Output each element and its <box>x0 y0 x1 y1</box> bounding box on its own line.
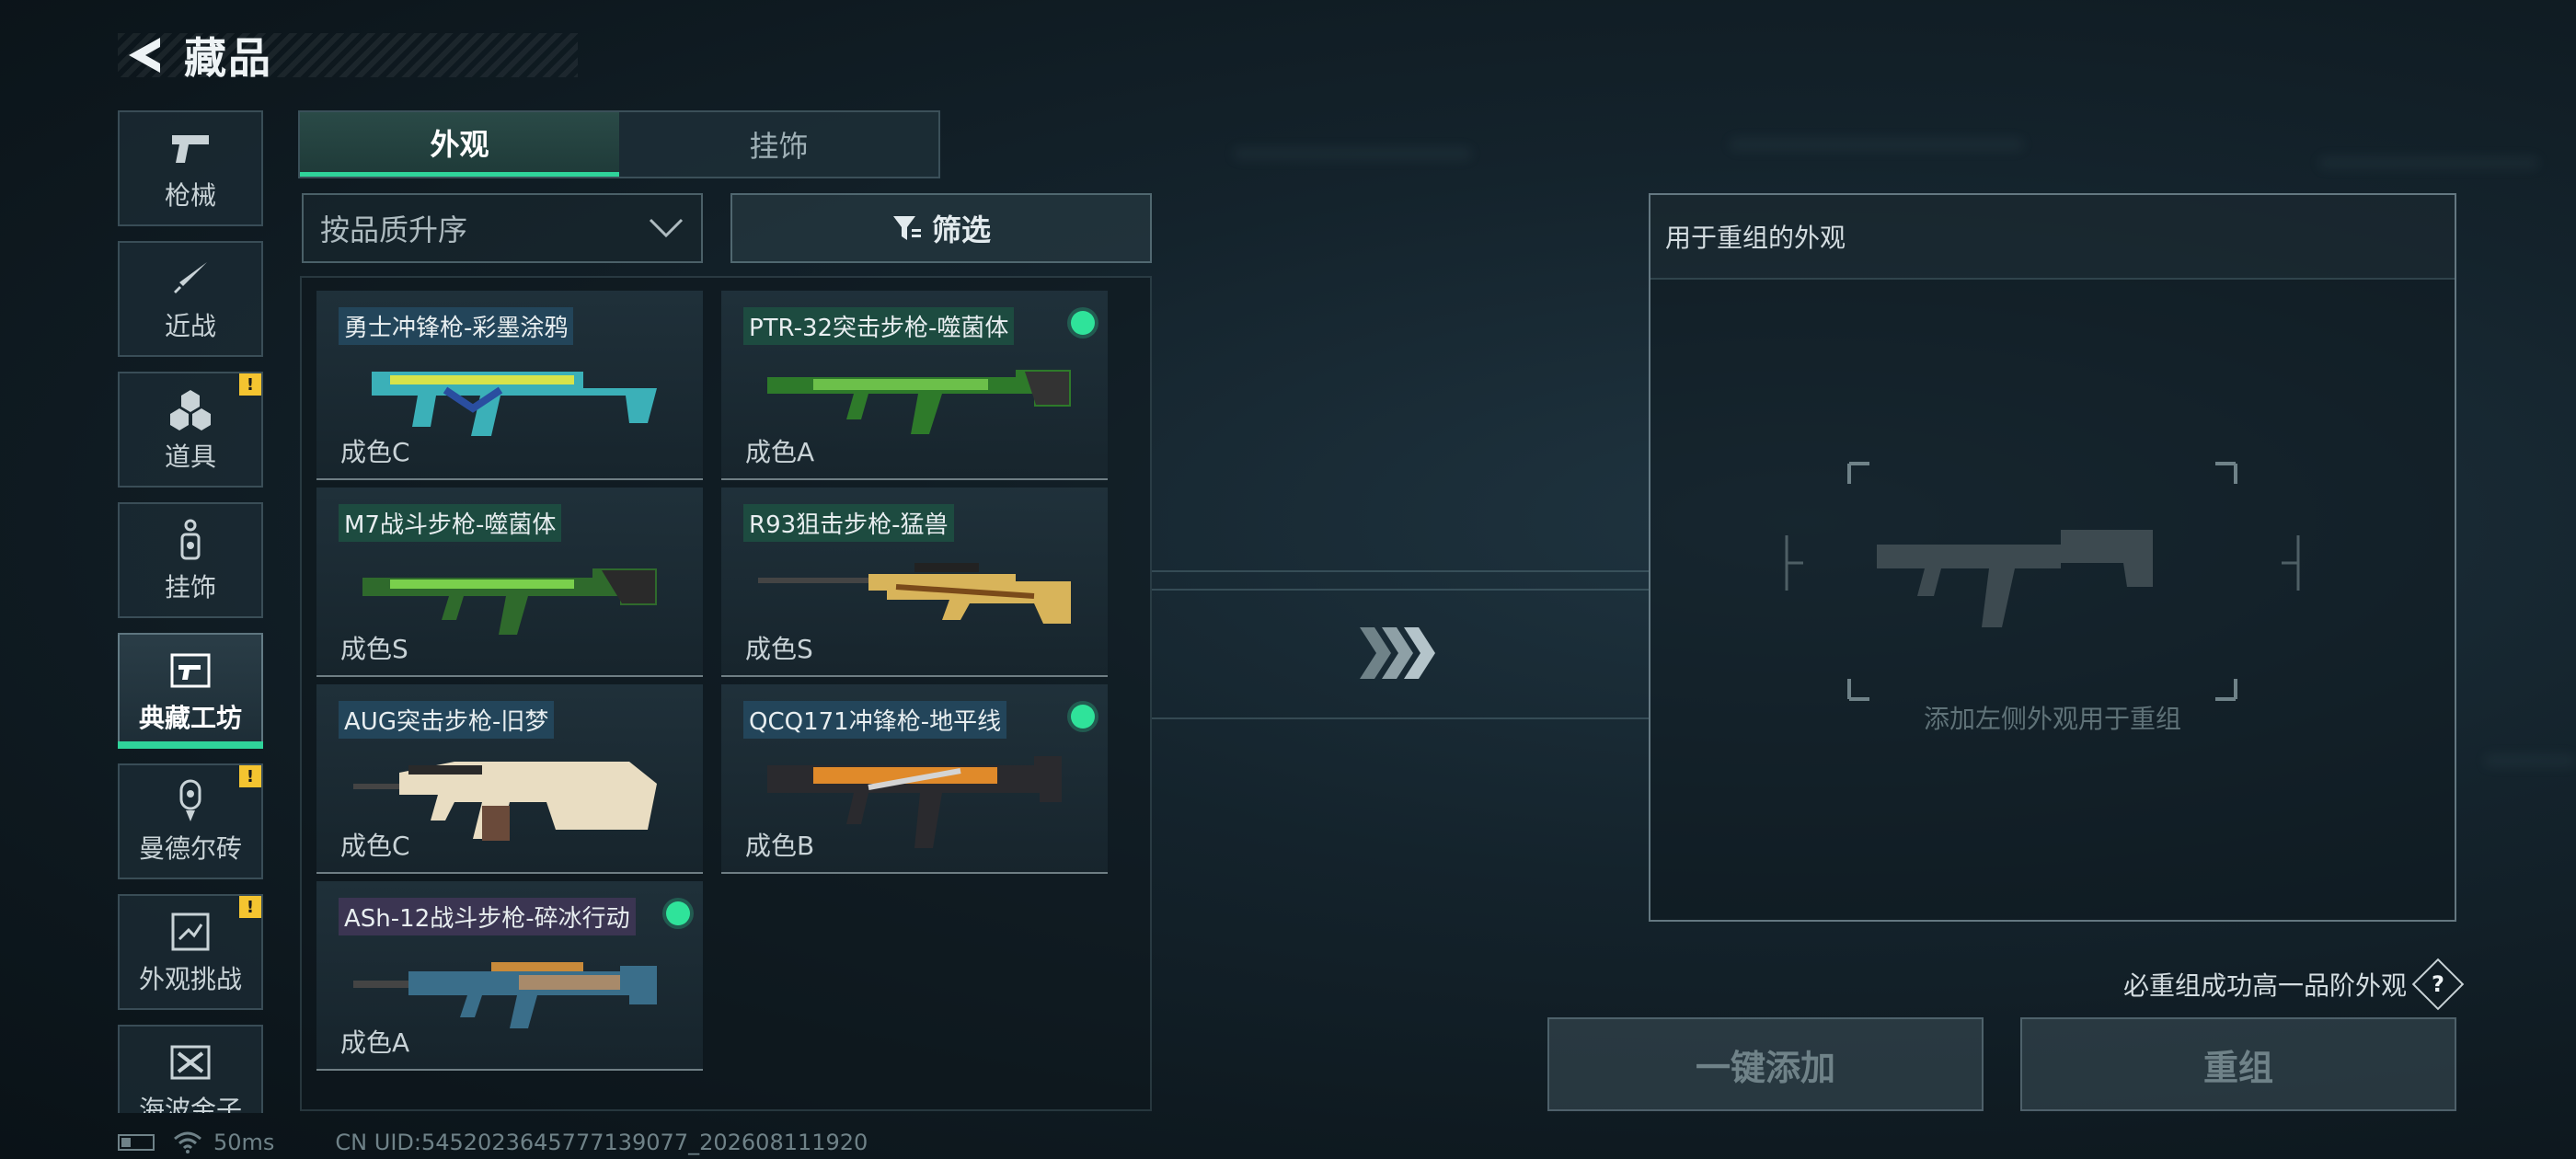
chevron-down-icon <box>649 218 684 238</box>
sort-label: 按品质升序 <box>320 212 468 247</box>
skin-grade: 成色S <box>745 634 813 664</box>
background-streak <box>1730 138 2024 151</box>
recombine-button[interactable]: 重组 <box>2020 1017 2456 1111</box>
recombine-rule-note: 必重组成功高一品阶外观 ? <box>2122 958 2465 1011</box>
skin-grade: 成色S <box>340 634 408 664</box>
recombine-panel-title: 用于重组的外观 <box>1650 195 2455 280</box>
arrow-right-icon <box>1360 627 1435 679</box>
back-button[interactable] <box>118 29 171 82</box>
skin-grade: 成色B <box>745 831 815 861</box>
sidebar-item-label: 道具 <box>164 442 216 472</box>
connector-line <box>1152 589 1649 591</box>
sidebar-item-guns[interactable]: 枪械 <box>118 110 263 226</box>
battle-rifle-skin-image <box>353 962 657 1028</box>
rule-text: 必重组成功高一品阶外观 <box>2122 970 2407 1001</box>
gold-icon <box>167 1039 214 1086</box>
filter-label: 筛选 <box>931 212 991 247</box>
wifi-icon <box>174 1131 201 1153</box>
skin-card[interactable]: PTR-32突击步枪-噬菌体 成色A <box>721 291 1108 480</box>
equipped-indicator <box>1071 705 1095 729</box>
skin-card[interactable]: M7战斗步枪-噬菌体 成色S <box>316 488 703 677</box>
skin-card[interactable]: AUG突击步枪-旧梦 成色C <box>316 684 703 874</box>
knife-icon <box>167 255 214 303</box>
skin-grade: 成色A <box>745 437 815 467</box>
sidebar-item-props[interactable]: ! 道具 <box>118 372 263 488</box>
page-header: 藏品 <box>118 26 578 85</box>
filter-button[interactable]: 筛选 <box>730 193 1152 263</box>
sidebar-item-label: 典藏工坊 <box>138 703 242 733</box>
pistol-icon <box>167 124 214 172</box>
smg-skin-image <box>372 372 657 436</box>
sidebar-item-workshop[interactable]: 典藏工坊 <box>118 633 263 749</box>
skin-grade: 成色C <box>340 437 410 467</box>
sidebar-item-label: 曼德尔砖 <box>138 833 242 864</box>
equipped-indicator <box>1071 311 1095 335</box>
sidebar-item-skin-challenge[interactable]: ! 外观挑战 <box>118 894 263 1010</box>
battle-rifle-skin-image <box>362 568 657 635</box>
sidebar-item-label: 近战 <box>164 311 216 341</box>
page-title: 藏品 <box>184 33 272 83</box>
workshop-icon <box>167 647 214 694</box>
alert-badge: ! <box>239 765 261 787</box>
filter-icon <box>892 216 921 240</box>
back-arrow-icon <box>129 38 160 73</box>
sidebar-item-charms[interactable]: 挂饰 <box>118 502 263 618</box>
sniper-skin-image <box>758 563 1071 624</box>
battery-icon <box>118 1134 155 1151</box>
sidebar-item-melee[interactable]: 近战 <box>118 241 263 357</box>
grenade-icon <box>167 385 214 433</box>
question-icon: ? <box>2432 970 2444 997</box>
skin-grid: 勇士冲锋枪-彩墨涂鸦 成色C PTR-32突击步枪-噬菌体 成色A M7战斗步枪… <box>300 276 1152 1111</box>
empty-slot-hint: 添加左侧外观用于重组 <box>1923 704 2181 734</box>
ping-text: 50ms <box>213 1130 275 1155</box>
recombine-slot-panel: 用于重组的外观 添加左侧外观用于重组 <box>1649 193 2456 922</box>
equipped-indicator <box>666 901 690 925</box>
sort-dropdown[interactable]: 按品质升序 <box>302 193 703 263</box>
tab-skins[interactable]: 外观 <box>300 112 619 177</box>
tab-charms[interactable]: 挂饰 <box>619 112 938 177</box>
skin-card[interactable]: QCQ171冲锋枪-地平线 成色B <box>721 684 1108 874</box>
sidebar-item-label: 枪械 <box>164 180 216 211</box>
skin-card[interactable]: 勇士冲锋枪-彩墨涂鸦 成色C <box>316 291 703 480</box>
skin-grade: 成色C <box>340 831 410 861</box>
tab-bar: 外观 挂饰 <box>298 110 940 178</box>
skin-card[interactable]: ASh-12战斗步枪-碎冰行动 成色A <box>316 881 703 1071</box>
category-sidebar: 枪械 近战 ! 道具 挂饰 典藏工坊 ! 曼德尔砖 ! 外观挑战 海波金子 <box>118 110 265 1113</box>
sidebar-item-label: 挂饰 <box>164 572 216 602</box>
background-streak <box>2484 754 2576 767</box>
skin-card[interactable]: R93狙击步枪-猛兽 成色S <box>721 488 1108 677</box>
challenge-icon <box>167 908 214 956</box>
sidebar-item-gold[interactable]: 海波金子 <box>118 1025 263 1113</box>
rifle-skin-image <box>767 370 1071 434</box>
quick-add-button[interactable]: 一键添加 <box>1547 1017 1984 1111</box>
help-button[interactable]: ? <box>2411 958 2465 1011</box>
sidebar-item-label: 外观挑战 <box>138 964 242 994</box>
sidebar-item-mandel-brick[interactable]: ! 曼德尔砖 <box>118 763 263 879</box>
alert-badge: ! <box>239 896 261 918</box>
background-streak <box>1233 147 1472 160</box>
connector-line <box>1152 717 1649 719</box>
uid-text: CN UID:5452023645777139077_202608111920 <box>335 1130 868 1155</box>
charm-icon <box>167 516 214 564</box>
empty-slot-placeholder[interactable] <box>1785 462 2300 701</box>
background-streak <box>2318 156 2539 169</box>
sidebar-item-label: 海波金子 <box>138 1095 242 1113</box>
brick-icon <box>167 777 214 825</box>
connector-line <box>1152 570 1649 572</box>
status-bar: 50ms CN UID:5452023645777139077_20260811… <box>118 1130 868 1155</box>
skin-grade: 成色A <box>340 1027 410 1058</box>
alert-badge: ! <box>239 373 261 396</box>
